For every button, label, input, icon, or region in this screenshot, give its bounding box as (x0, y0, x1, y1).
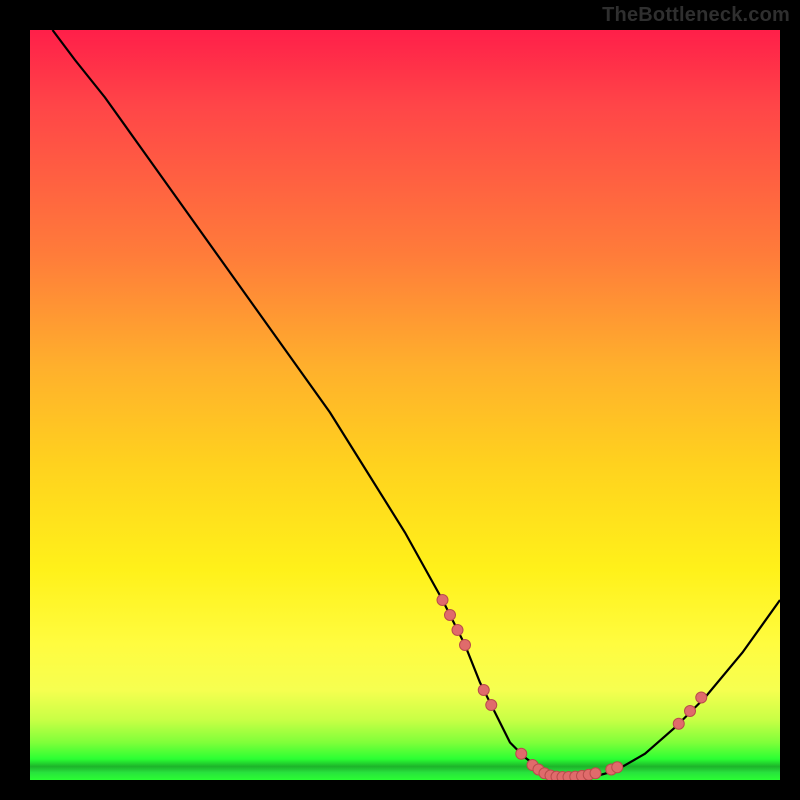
watermark-text: TheBottleneck.com (602, 4, 790, 27)
curve-marker (696, 692, 707, 703)
curve-marker (590, 768, 601, 779)
curve-marker (478, 685, 489, 696)
curve-marker (685, 706, 696, 717)
curve-marker (445, 610, 456, 621)
curve-layer (30, 30, 780, 780)
curve-marker (460, 640, 471, 651)
curve-marker (612, 762, 623, 773)
curve-marker (452, 625, 463, 636)
curve-marker (437, 595, 448, 606)
curve-marker (486, 700, 497, 711)
plot-area (30, 30, 780, 780)
chart-frame: TheBottleneck.com (0, 0, 800, 800)
curve-marker (516, 748, 527, 759)
curve-marker (673, 718, 684, 729)
bottleneck-curve (53, 30, 781, 777)
curve-markers (437, 595, 707, 781)
